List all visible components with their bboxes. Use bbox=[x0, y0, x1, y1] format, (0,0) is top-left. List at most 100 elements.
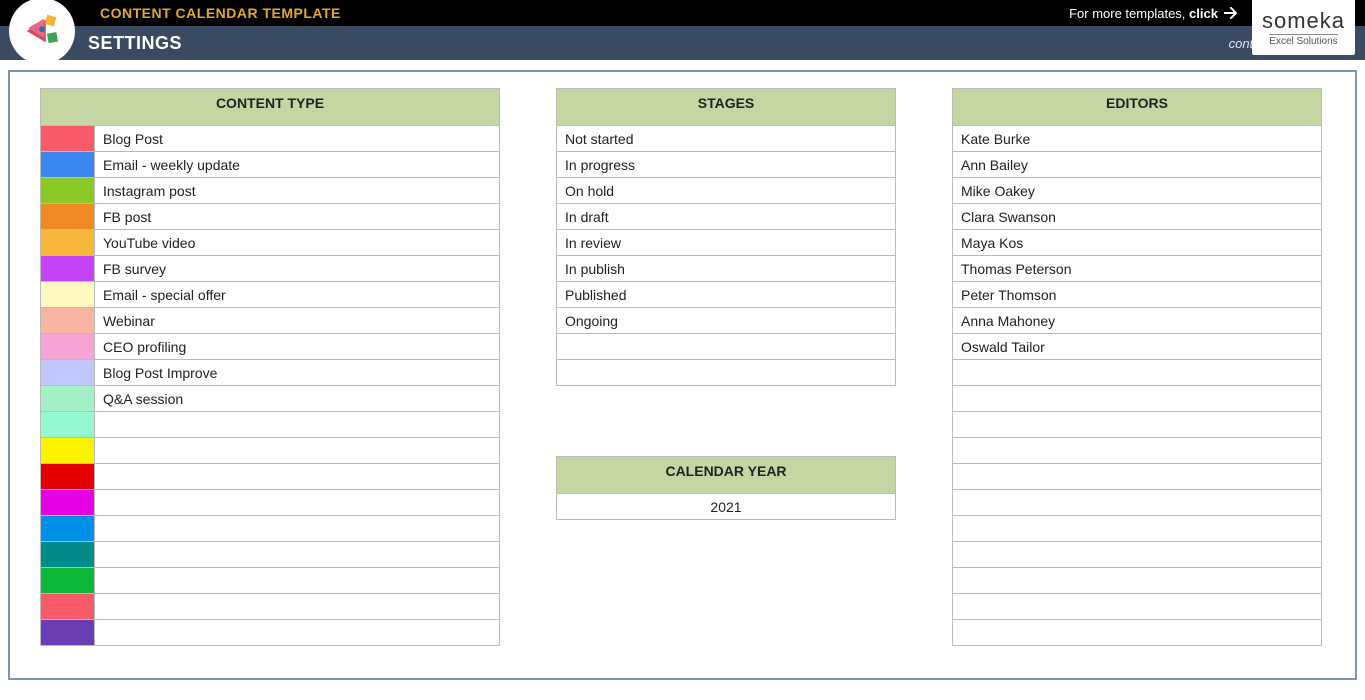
color-swatch[interactable] bbox=[41, 334, 95, 360]
color-swatch[interactable] bbox=[41, 620, 95, 646]
editor-row: Peter Thomson bbox=[953, 282, 1322, 308]
color-swatch[interactable] bbox=[41, 490, 95, 516]
stage-cell[interactable] bbox=[557, 360, 896, 386]
color-swatch[interactable] bbox=[41, 360, 95, 386]
color-swatch[interactable] bbox=[41, 568, 95, 594]
brand-logo[interactable]: someka Excel Solutions bbox=[1252, 0, 1355, 55]
stage-row: In progress bbox=[557, 152, 896, 178]
editor-cell[interactable] bbox=[953, 542, 1322, 568]
sub-bar: SETTINGS contact@someka.net bbox=[0, 26, 1365, 60]
content-type-row bbox=[41, 594, 500, 620]
editor-cell[interactable] bbox=[953, 490, 1322, 516]
stage-cell[interactable]: In progress bbox=[557, 152, 896, 178]
content-type-cell[interactable]: Blog Post Improve bbox=[95, 360, 500, 386]
color-swatch[interactable] bbox=[41, 438, 95, 464]
editor-cell[interactable]: Ann Bailey bbox=[953, 152, 1322, 178]
content-type-cell[interactable]: FB survey bbox=[95, 256, 500, 282]
color-swatch[interactable] bbox=[41, 412, 95, 438]
color-swatch[interactable] bbox=[41, 516, 95, 542]
logo-icon bbox=[12, 1, 72, 61]
editor-cell[interactable] bbox=[953, 594, 1322, 620]
color-swatch[interactable] bbox=[41, 230, 95, 256]
content-type-cell[interactable]: Q&A session bbox=[95, 386, 500, 412]
editor-row bbox=[953, 542, 1322, 568]
content-type-cell[interactable] bbox=[95, 438, 500, 464]
content-type-cell[interactable]: Blog Post bbox=[95, 126, 500, 152]
editor-cell[interactable] bbox=[953, 464, 1322, 490]
content-type-cell[interactable]: FB post bbox=[95, 204, 500, 230]
editor-row bbox=[953, 620, 1322, 646]
editor-cell[interactable] bbox=[953, 360, 1322, 386]
content-type-cell[interactable] bbox=[95, 516, 500, 542]
content-type-row bbox=[41, 568, 500, 594]
editor-cell[interactable] bbox=[953, 620, 1322, 646]
stage-cell[interactable] bbox=[557, 334, 896, 360]
color-swatch[interactable] bbox=[41, 282, 95, 308]
color-swatch[interactable] bbox=[41, 542, 95, 568]
content-type-cell[interactable] bbox=[95, 620, 500, 646]
stage-row: Ongoing bbox=[557, 308, 896, 334]
editor-cell[interactable]: Mike Oakey bbox=[953, 178, 1322, 204]
color-swatch[interactable] bbox=[41, 152, 95, 178]
content-type-cell[interactable] bbox=[95, 542, 500, 568]
content-type-cell[interactable]: Email - weekly update bbox=[95, 152, 500, 178]
content-type-cell[interactable] bbox=[95, 464, 500, 490]
stage-row: In publish bbox=[557, 256, 896, 282]
color-swatch[interactable] bbox=[41, 464, 95, 490]
color-swatch[interactable] bbox=[41, 386, 95, 412]
stage-row bbox=[557, 360, 896, 386]
editor-cell[interactable] bbox=[953, 412, 1322, 438]
stage-row: On hold bbox=[557, 178, 896, 204]
content-type-row bbox=[41, 464, 500, 490]
editor-cell[interactable]: Anna Mahoney bbox=[953, 308, 1322, 334]
content-type-row: Email - weekly update bbox=[41, 152, 500, 178]
color-swatch[interactable] bbox=[41, 594, 95, 620]
editor-row: Anna Mahoney bbox=[953, 308, 1322, 334]
calendar-year-cell[interactable]: 2021 bbox=[557, 494, 896, 520]
arrow-right-icon bbox=[1224, 7, 1238, 19]
content-type-cell[interactable]: Email - special offer bbox=[95, 282, 500, 308]
editor-cell[interactable]: Thomas Peterson bbox=[953, 256, 1322, 282]
content-type-cell[interactable] bbox=[95, 594, 500, 620]
content-type-row: FB survey bbox=[41, 256, 500, 282]
stage-cell[interactable]: In publish bbox=[557, 256, 896, 282]
editor-cell[interactable]: Clara Swanson bbox=[953, 204, 1322, 230]
content-type-cell[interactable] bbox=[95, 412, 500, 438]
editor-cell[interactable]: Peter Thomson bbox=[953, 282, 1322, 308]
stage-cell[interactable]: In review bbox=[557, 230, 896, 256]
content-type-row: FB post bbox=[41, 204, 500, 230]
color-swatch[interactable] bbox=[41, 126, 95, 152]
content-type-cell[interactable]: YouTube video bbox=[95, 230, 500, 256]
stage-cell[interactable]: Ongoing bbox=[557, 308, 896, 334]
editor-cell[interactable]: Maya Kos bbox=[953, 230, 1322, 256]
color-swatch[interactable] bbox=[41, 256, 95, 282]
color-swatch[interactable] bbox=[41, 178, 95, 204]
content-type-cell[interactable]: Webinar bbox=[95, 308, 500, 334]
editor-row: Kate Burke bbox=[953, 126, 1322, 152]
editor-row: Oswald Tailor bbox=[953, 334, 1322, 360]
editor-cell[interactable] bbox=[953, 438, 1322, 464]
stage-row: Published bbox=[557, 282, 896, 308]
stage-cell[interactable]: Not started bbox=[557, 126, 896, 152]
stage-cell[interactable]: Published bbox=[557, 282, 896, 308]
stage-cell[interactable]: On hold bbox=[557, 178, 896, 204]
more-templates-link[interactable]: For more templates, click bbox=[1069, 6, 1238, 21]
editor-row: Mike Oakey bbox=[953, 178, 1322, 204]
content-type-cell[interactable]: CEO profiling bbox=[95, 334, 500, 360]
editor-cell[interactable]: Kate Burke bbox=[953, 126, 1322, 152]
content-type-row bbox=[41, 516, 500, 542]
editor-cell[interactable]: Oswald Tailor bbox=[953, 334, 1322, 360]
content-type-header: CONTENT TYPE bbox=[41, 89, 500, 126]
stage-cell[interactable]: In draft bbox=[557, 204, 896, 230]
color-swatch[interactable] bbox=[41, 204, 95, 230]
color-swatch[interactable] bbox=[41, 308, 95, 334]
top-bar: CONTENT CALENDAR TEMPLATE For more templ… bbox=[0, 0, 1365, 26]
content-type-cell[interactable] bbox=[95, 490, 500, 516]
editor-cell[interactable] bbox=[953, 516, 1322, 542]
editor-cell[interactable] bbox=[953, 386, 1322, 412]
content-type-cell[interactable] bbox=[95, 568, 500, 594]
editor-cell[interactable] bbox=[953, 568, 1322, 594]
content-type-row: Email - special offer bbox=[41, 282, 500, 308]
content-type-cell[interactable]: Instagram post bbox=[95, 178, 500, 204]
stage-row: Not started bbox=[557, 126, 896, 152]
